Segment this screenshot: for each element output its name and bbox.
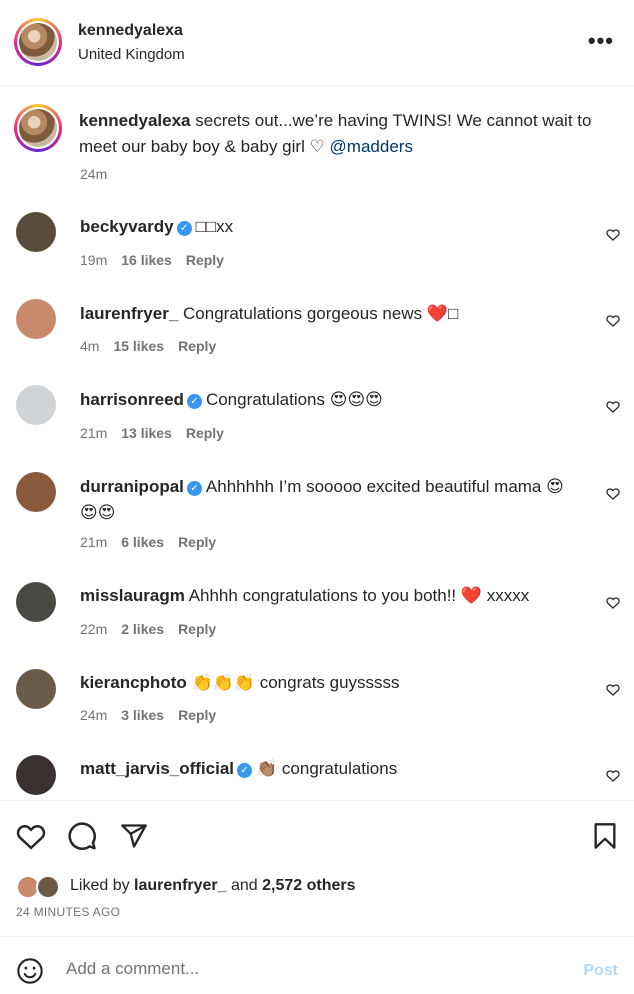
- comment-like-icon[interactable]: [606, 769, 620, 782]
- commenter-avatar[interactable]: [16, 385, 56, 425]
- caption-avatar[interactable]: [14, 104, 62, 152]
- add-comment-bar: Post: [0, 936, 634, 994]
- comment-meta: 21m 13 likes Reply: [80, 425, 238, 441]
- comment-body: 👏👏👏 congrats guysssss: [191, 673, 400, 692]
- caption-username[interactable]: kennedyalexa: [79, 111, 191, 130]
- reply-button[interactable]: Reply: [186, 252, 224, 268]
- comment-likes[interactable]: 3 likes: [121, 707, 164, 723]
- comment-body: □□xx: [195, 217, 234, 236]
- share-icon[interactable]: [119, 822, 149, 850]
- post-button[interactable]: Post: [583, 962, 618, 980]
- comment-time[interactable]: 22m: [80, 621, 107, 637]
- liked-by-middle: and: [226, 877, 263, 894]
- comments-list[interactable]: kennedyalexa secrets out...we’re having …: [0, 86, 634, 800]
- comment-text: laurenfryer_ Congratulations gorgeous ne…: [80, 301, 580, 327]
- comment-username[interactable]: misslauragm: [80, 586, 185, 605]
- post-header: kennedyalexa United Kingdom •••: [0, 0, 634, 86]
- comment-meta: 24m 3 likes Reply: [80, 707, 230, 723]
- comment-body: Ahhhh congratulations to you both!! ❤️ x…: [188, 586, 530, 605]
- comment-time[interactable]: 19m: [80, 252, 107, 268]
- commenter-avatar[interactable]: [16, 669, 56, 709]
- header-username[interactable]: kennedyalexa: [78, 22, 183, 40]
- comment-like-icon[interactable]: [606, 596, 620, 609]
- comment-text: kierancphoto 👏👏👏 congrats guysssss: [80, 670, 580, 696]
- liked-by-prefix: Liked by: [70, 877, 135, 894]
- liked-by-text: Liked by laurenfryer_ and 2,572 others: [70, 877, 356, 895]
- heart-icon[interactable]: [16, 822, 46, 850]
- comment-text: beckyvardy ✓ □□xx: [80, 214, 580, 240]
- comment-text: harrisonreed ✓ Congratulations 😍😍😍: [80, 387, 580, 413]
- comment-like-icon[interactable]: [606, 228, 620, 241]
- comment-username[interactable]: harrisonreed: [80, 390, 184, 409]
- reply-button[interactable]: Reply: [178, 338, 216, 354]
- commenter-avatar[interactable]: [16, 472, 56, 512]
- comment-likes[interactable]: 6 likes: [121, 534, 164, 550]
- reply-button[interactable]: Reply: [186, 425, 224, 441]
- comment-username[interactable]: beckyvardy: [80, 217, 174, 236]
- liked-by-user[interactable]: laurenfryer_: [134, 877, 227, 894]
- comment-like-icon[interactable]: [606, 487, 620, 500]
- action-bar: Liked by laurenfryer_ and 2,572 others 2…: [0, 800, 634, 934]
- comment-like-icon[interactable]: [606, 400, 620, 413]
- comment-meta: 21m 6 likes Reply: [80, 534, 230, 550]
- commenter-avatar[interactable]: [16, 299, 56, 339]
- reply-button[interactable]: Reply: [178, 534, 216, 550]
- comment-text: matt_jarvis_official ✓ 👏🏽 congratulations: [80, 756, 580, 782]
- comment-likes[interactable]: 13 likes: [121, 425, 172, 441]
- comment-time[interactable]: 21m: [80, 425, 107, 441]
- comment-username[interactable]: durranipopal: [80, 477, 184, 496]
- bookmark-icon[interactable]: [592, 822, 618, 850]
- caption-text: kennedyalexa secrets out...we’re having …: [79, 108, 609, 160]
- caption-mention[interactable]: @madders: [330, 137, 413, 156]
- header-location[interactable]: United Kingdom: [78, 46, 185, 63]
- comment-username[interactable]: kierancphoto: [80, 673, 187, 692]
- profile-avatar[interactable]: [14, 18, 62, 66]
- comment-body: Congratulations gorgeous news ❤️□: [183, 304, 459, 323]
- comment-like-icon[interactable]: [606, 314, 620, 327]
- smile-icon[interactable]: [16, 957, 44, 985]
- post-time-ago[interactable]: 24 MINUTES AGO: [16, 905, 120, 919]
- verified-badge-icon: ✓: [186, 394, 202, 409]
- comment-body: 👏🏽 congratulations: [256, 759, 398, 778]
- comment-text: durranipopal ✓ Ahhhhhh I’m sooooo excited …: [80, 474, 580, 526]
- liker-avatar[interactable]: [36, 875, 60, 899]
- comment-meta: 19m 16 likes Reply: [80, 252, 238, 268]
- liked-by-count[interactable]: 2,572 others: [262, 877, 355, 894]
- comment-body: Congratulations 😍😍😍: [205, 390, 383, 409]
- comment-time[interactable]: 4m: [80, 338, 99, 354]
- comment-time[interactable]: 24m: [80, 707, 107, 723]
- verified-badge-icon: ✓: [237, 763, 253, 778]
- comment-likes[interactable]: 16 likes: [121, 252, 172, 268]
- comment-text: misslauragm Ahhhh congratulations to you…: [80, 583, 580, 609]
- comment-username[interactable]: matt_jarvis_official: [80, 759, 234, 778]
- comment-likes[interactable]: 15 likes: [113, 338, 164, 354]
- commenter-avatar[interactable]: [16, 212, 56, 252]
- comment-time[interactable]: 21m: [80, 534, 107, 550]
- verified-badge-icon: ✓: [186, 481, 202, 496]
- comment-meta: 22m 2 likes Reply: [80, 621, 230, 637]
- commenter-avatar[interactable]: [16, 755, 56, 795]
- commenter-avatar[interactable]: [16, 582, 56, 622]
- comment-like-icon[interactable]: [606, 683, 620, 696]
- comment-icon[interactable]: [67, 822, 97, 852]
- verified-badge-icon: ✓: [176, 221, 192, 236]
- comment-input[interactable]: [66, 959, 566, 979]
- reply-button[interactable]: Reply: [178, 621, 216, 637]
- comment-username[interactable]: laurenfryer_: [80, 304, 178, 323]
- more-options-icon[interactable]: •••: [588, 28, 614, 54]
- reply-button[interactable]: Reply: [178, 707, 216, 723]
- comment-likes[interactable]: 2 likes: [121, 621, 164, 637]
- caption-time[interactable]: 24m: [80, 166, 107, 182]
- comment-meta: 4m 15 likes Reply: [80, 338, 230, 354]
